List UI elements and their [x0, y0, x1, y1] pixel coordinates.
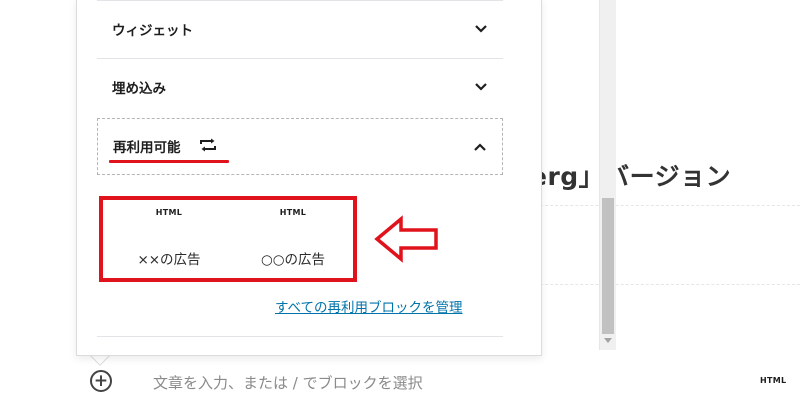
annotation-underline: [109, 160, 229, 163]
scrollbar-thumb[interactable]: [602, 198, 614, 334]
chevron-down-icon: [475, 83, 487, 91]
divider: [97, 336, 503, 337]
category-reusable[interactable]: 再利用可能: [97, 118, 503, 175]
add-block-button[interactable]: +: [90, 370, 112, 392]
chevron-up-icon: [474, 143, 486, 151]
scroll-down-icon[interactable]: [604, 338, 612, 343]
html-block-icon: HTML: [279, 208, 307, 217]
html-block-icon: HTML: [155, 208, 183, 217]
html-block-icon: HTML: [760, 376, 787, 385]
reusable-blocks-list: HTML ××の広告 HTML ○○の広告: [99, 196, 357, 282]
block-placeholder[interactable]: 文章を入力、または / でブロックを選択: [153, 372, 423, 393]
scrollbar[interactable]: [599, 0, 616, 350]
post-heading: erg」バージョン: [530, 162, 732, 191]
reusable-block-icon: [200, 138, 216, 152]
reusable-block-item[interactable]: HTML ××の広告: [109, 200, 229, 278]
reusable-block-item[interactable]: HTML ○○の広告: [233, 200, 353, 278]
divider: [540, 284, 800, 285]
block-title: ××の広告: [137, 252, 201, 268]
manage-reusable-blocks-link[interactable]: すべての再利用ブロックを管理: [275, 296, 463, 316]
category-widgets[interactable]: ウィジェット: [97, 0, 503, 58]
block-inserter-panel: ウィジェット 埋め込み 再利用可能 HTML ××の広告 HTML ○○の広告 …: [76, 0, 616, 356]
category-embeds[interactable]: 埋め込み: [97, 58, 503, 116]
category-title: 埋め込み: [112, 81, 166, 97]
chevron-down-icon: [475, 25, 487, 33]
block-title: ○○の広告: [260, 252, 326, 268]
category-title: 再利用可能: [113, 140, 181, 156]
left-arrow-icon: [374, 215, 438, 263]
category-title: ウィジェット: [112, 23, 193, 39]
plus-circle-icon: +: [93, 370, 109, 391]
divider: [540, 205, 800, 206]
